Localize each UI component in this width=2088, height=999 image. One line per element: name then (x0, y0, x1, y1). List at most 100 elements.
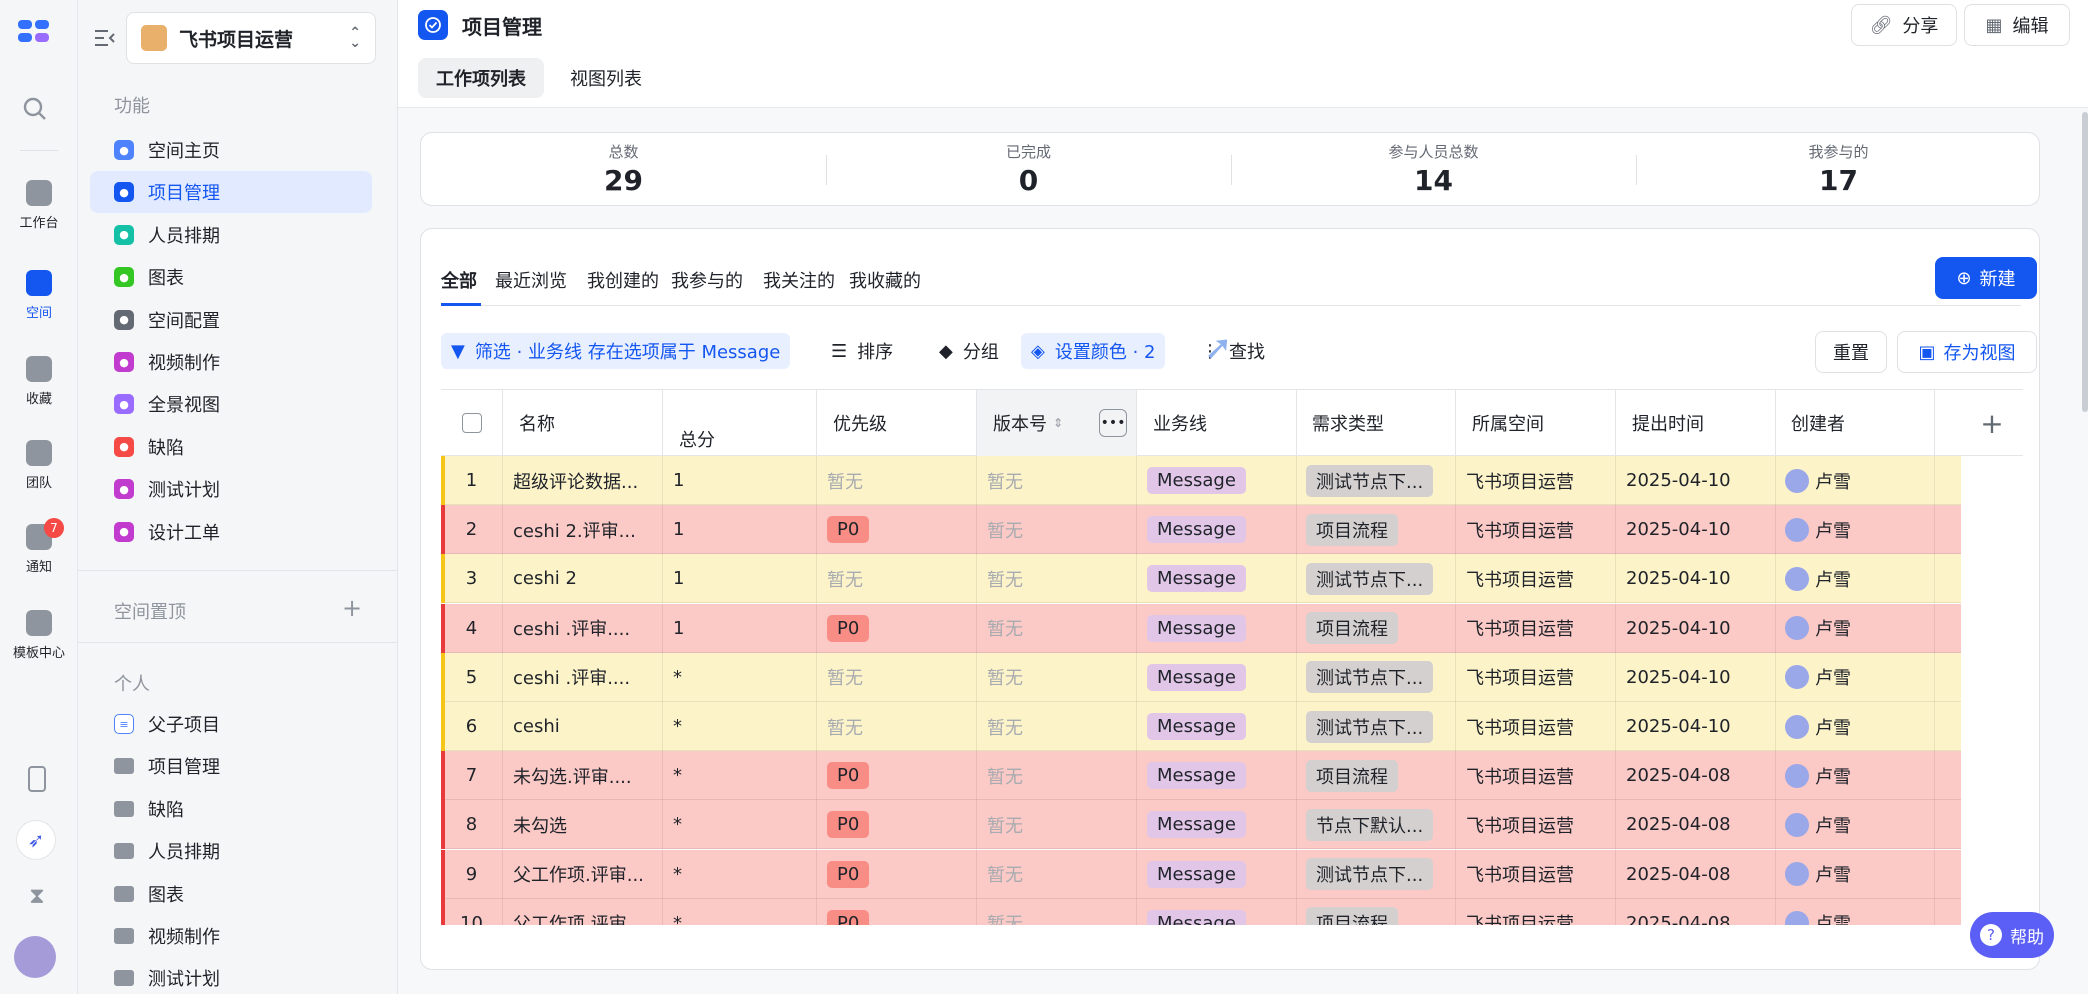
cell-prio[interactable]: P0 (817, 505, 977, 555)
personal-item-1[interactable]: 项目管理 (90, 745, 372, 787)
filter-chip[interactable]: ▼ 筛选 · 业务线 存在选项属于 Message (441, 333, 791, 369)
cell-date[interactable]: 2025-04-10 (1616, 505, 1776, 555)
table-row[interactable]: 1 超级评论数据... 1 暂无 暂无 Message 测试节点下... 飞书项目运营 2025… (441, 456, 1961, 505)
cell-line[interactable]: Message (1137, 898, 1297, 925)
cell-creator[interactable]: 卢雪 (1775, 898, 1935, 925)
rail-item-3[interactable]: 团队 (0, 440, 78, 491)
cell-creator[interactable]: 卢雪 (1775, 702, 1935, 751)
cell-line[interactable]: Message (1137, 652, 1297, 702)
cell-n[interactable]: 1 (441, 456, 503, 505)
cell-prio[interactable]: P0 (817, 751, 977, 801)
cell-type[interactable]: 测试节点下... (1296, 702, 1456, 751)
cell-date[interactable]: 2025-04-08 (1616, 751, 1776, 801)
cell-name[interactable]: 父工作项.评审... (503, 849, 663, 899)
cell-score[interactable]: * (663, 652, 817, 702)
cell-name[interactable]: 超级评论数据... (503, 456, 663, 505)
cell-type[interactable]: 测试节点下... (1296, 456, 1456, 505)
personal-item-6[interactable]: 测试计划 (90, 957, 372, 999)
rail-item-0[interactable]: 工作台 (0, 180, 78, 231)
new-button[interactable]: ⊕ 新建 (1935, 257, 2037, 299)
cell-prio[interactable]: 暂无 (817, 554, 977, 604)
cell-score[interactable]: * (663, 800, 817, 850)
cell-prio[interactable]: P0 (817, 603, 977, 653)
cell-n[interactable]: 2 (441, 505, 503, 555)
cell-date[interactable]: 2025-04-08 (1616, 849, 1776, 899)
view-tab-5[interactable]: 我收藏的 (849, 267, 921, 293)
view-tab-0[interactable]: 全部 (441, 267, 477, 293)
cell-ver[interactable]: 暂无 (977, 554, 1137, 604)
column-header-7[interactable]: 提出时间 (1616, 390, 1776, 456)
sidebar-item-3[interactable]: ● 图表 (90, 256, 372, 298)
cell-prio[interactable]: P0 (817, 800, 977, 850)
sidebar-item-2[interactable]: ● 人员排期 (90, 214, 372, 256)
cell-creator[interactable]: 卢雪 (1775, 652, 1935, 702)
column-header-4[interactable]: 业务线 (1137, 390, 1297, 456)
reset-button[interactable]: 重置 (1815, 331, 1887, 373)
sidebar-item-1[interactable]: ● 项目管理 (90, 171, 372, 214)
table-row[interactable]: 10 父工作项.评审... * P0 暂无 Message 项目流程 飞书项目运营 2025-0… (441, 898, 1961, 925)
view-tab-1[interactable]: 最近浏览 (495, 267, 567, 293)
cell-score[interactable]: 1 (663, 456, 817, 505)
add-column-icon[interactable]: + (1961, 390, 2023, 456)
column-header-6[interactable]: 所属空间 (1456, 390, 1616, 456)
cell-creator[interactable]: 卢雪 (1775, 800, 1935, 850)
cell-score[interactable]: 1 (663, 554, 817, 604)
cell-space[interactable]: 飞书项目运营 (1456, 898, 1616, 925)
more-icon[interactable]: ••• (1099, 409, 1128, 437)
cell-type[interactable]: 节点下默认... (1296, 800, 1456, 850)
search-icon[interactable] (22, 96, 48, 122)
cell-type[interactable]: 项目流程 (1296, 505, 1456, 555)
cell-type[interactable]: 测试节点下... (1296, 849, 1456, 899)
cell-n[interactable]: 5 (441, 652, 503, 702)
cell-date[interactable]: 2025-04-08 (1616, 898, 1776, 925)
cell-ver[interactable]: 暂无 (977, 702, 1137, 751)
cell-date[interactable]: 2025-04-10 (1616, 554, 1776, 604)
table-row[interactable]: 4 ceshi .评审.... 1 P0 暂无 Message 项目流程 飞书项目运营 2025… (441, 603, 1961, 653)
cell-space[interactable]: 飞书项目运营 (1456, 554, 1616, 604)
cell-prio[interactable]: 暂无 (817, 456, 977, 505)
cell-space[interactable]: 飞书项目运营 (1456, 702, 1616, 751)
column-header-1[interactable]: 总分 (663, 390, 817, 456)
cell-prio[interactable]: P0 (817, 849, 977, 899)
personal-item-0[interactable]: ≡ 父子项目 (90, 703, 372, 745)
cell-space[interactable]: 飞书项目运营 (1456, 456, 1616, 505)
sidebar-item-0[interactable]: ● 空间主页 (90, 129, 372, 171)
select-all-checkbox[interactable] (441, 390, 503, 456)
app-logo-icon[interactable] (18, 20, 52, 44)
rocket-icon[interactable]: ➶ (16, 820, 56, 860)
cell-n[interactable]: 6 (441, 702, 503, 751)
cell-name[interactable]: ceshi .评审.... (503, 652, 663, 702)
sidebar-item-8[interactable]: ● 测试计划 (90, 468, 372, 510)
cell-n[interactable]: 3 (441, 554, 503, 604)
cell-score[interactable]: 1 (663, 603, 817, 653)
column-header-5[interactable]: 需求类型 (1296, 390, 1456, 456)
personal-item-4[interactable]: 图表 (90, 873, 372, 915)
add-pinned-icon[interactable]: + (342, 594, 362, 622)
cell-creator[interactable]: 卢雪 (1775, 603, 1935, 653)
cell-ver[interactable]: 暂无 (977, 505, 1137, 555)
personal-item-2[interactable]: 缺陷 (90, 788, 372, 830)
cell-space[interactable]: 飞书项目运营 (1456, 800, 1616, 850)
share-button[interactable]: 🔗︎ 分享 (1851, 4, 1957, 46)
save-view-button[interactable]: ▣ 存为视图 (1897, 331, 2037, 373)
cell-name[interactable]: ceshi .评审.... (503, 603, 663, 653)
cell-ver[interactable]: 暂无 (977, 849, 1137, 899)
view-tab-4[interactable]: 我关注的 (763, 267, 835, 293)
cell-creator[interactable]: 卢雪 (1775, 505, 1935, 555)
table-row[interactable]: 9 父工作项.评审... * P0 暂无 Message 测试节点下... 飞书项目运营 202… (441, 849, 1961, 899)
cell-space[interactable]: 飞书项目运营 (1456, 652, 1616, 702)
group-button[interactable]: ◆ 分组 (929, 333, 1009, 369)
column-header-8[interactable]: 创建者 (1775, 390, 1935, 456)
rail-item-4[interactable]: 通知 7 (0, 518, 78, 575)
cell-n[interactable]: 8 (441, 800, 503, 850)
cell-name[interactable]: 未勾选.评审.... (503, 751, 663, 801)
cell-ver[interactable]: 暂无 (977, 898, 1137, 925)
cell-date[interactable]: 2025-04-10 (1616, 702, 1776, 751)
rail-item-2[interactable]: 收藏 (0, 356, 78, 407)
table-row[interactable]: 6 ceshi * 暂无 暂无 Message 测试节点下... 飞书项目运营 2025-04-… (441, 702, 1961, 751)
cell-ver[interactable]: 暂无 (977, 751, 1137, 801)
personal-item-3[interactable]: 人员排期 (90, 830, 372, 872)
cell-date[interactable]: 2025-04-10 (1616, 652, 1776, 702)
help-button[interactable]: ? 帮助 (1970, 912, 2054, 958)
cell-ver[interactable]: 暂无 (977, 652, 1137, 702)
